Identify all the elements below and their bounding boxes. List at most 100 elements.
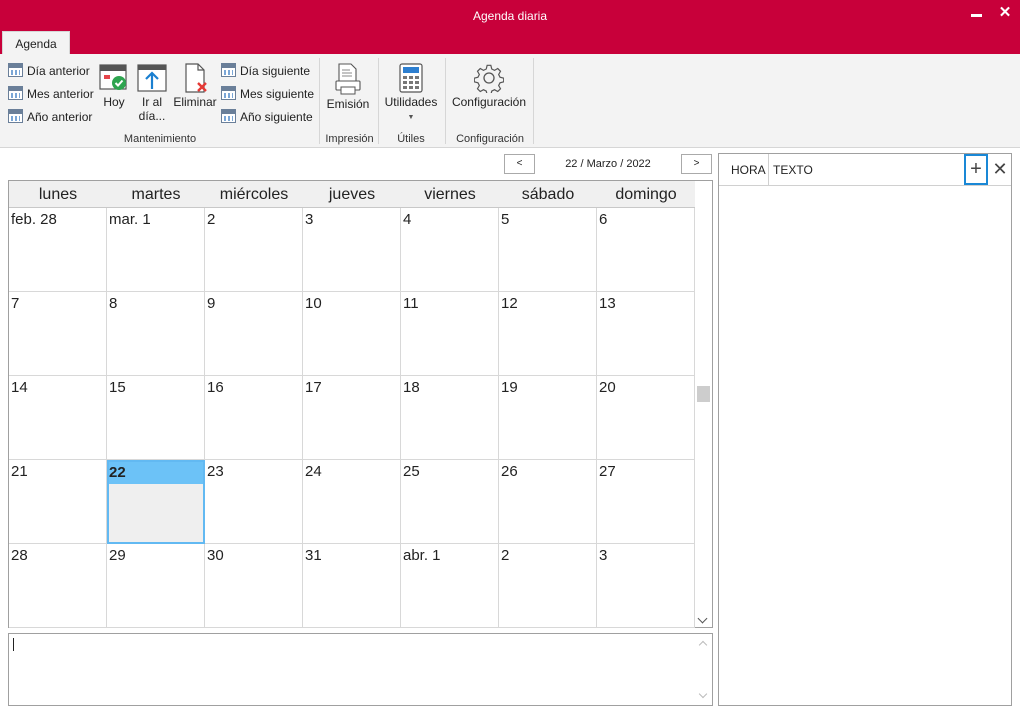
day-cell[interactable]: 23 (205, 460, 303, 544)
day-cell[interactable]: 19 (499, 376, 597, 460)
hoy-label: Hoy (103, 95, 125, 109)
column-texto[interactable]: TEXTO (773, 154, 813, 186)
day-cell[interactable]: 18 (401, 376, 499, 460)
day-cell[interactable]: 5 (499, 208, 597, 292)
ano-siguiente-button[interactable]: Año siguiente (221, 107, 313, 127)
day-header: jueves (328, 186, 376, 203)
calendar-header: lunes martes miércoles jueves viernes sá… (9, 181, 695, 208)
eliminar-label: Eliminar (173, 95, 217, 109)
appointments-header: HORA TEXTO + ✕ (719, 154, 1011, 186)
day-cell[interactable]: 14 (9, 376, 107, 460)
notes-textarea[interactable] (8, 633, 713, 706)
ir-al-dia-button[interactable]: Ir al día... (135, 63, 169, 123)
scrollbar-thumb[interactable] (697, 386, 710, 402)
day-cell[interactable]: 16 (205, 376, 303, 460)
day-cell[interactable]: 3 (597, 544, 695, 628)
day-header: viernes (424, 186, 476, 203)
mes-anterior-button[interactable]: Mes anterior (8, 84, 94, 104)
selected-day-number: 22 (109, 462, 203, 484)
day-header: domingo (615, 186, 677, 203)
day-cell[interactable]: 27 (597, 460, 695, 544)
calendar-prev-day-icon (8, 63, 24, 79)
ribbon-separator (319, 58, 320, 144)
calendar-next-year-icon (221, 109, 237, 125)
dropdown-arrow-icon: ▼ (407, 114, 415, 121)
dia-siguiente-button[interactable]: Día siguiente (221, 61, 310, 81)
current-date: 22 / Marzo / 2022 (565, 158, 651, 170)
appointments-panel: HORA TEXTO + ✕ (718, 153, 1012, 706)
prev-month-button[interactable]: < (504, 154, 535, 174)
dia-anterior-button[interactable]: Día anterior (8, 61, 90, 81)
day-cell[interactable]: feb. 28 (9, 208, 107, 292)
chevron-down-icon[interactable] (698, 689, 708, 699)
day-header: martes (131, 186, 181, 203)
close-window-button[interactable]: ✕ (993, 4, 1017, 24)
group-label-mantenimiento: Mantenimiento (123, 133, 197, 145)
day-cell-selected[interactable]: 22 (107, 460, 205, 544)
day-cell[interactable]: 9 (205, 292, 303, 376)
calendar-check-icon (99, 63, 129, 93)
day-cell[interactable]: 17 (303, 376, 401, 460)
day-cell[interactable]: 25 (401, 460, 499, 544)
day-header: miércoles (219, 186, 289, 203)
mes-siguiente-label: Mes siguiente (240, 87, 315, 101)
day-cell[interactable]: mar. 1 (107, 208, 205, 292)
delete-appointment-button[interactable]: ✕ (989, 154, 1011, 185)
calendar-next-day-icon (221, 63, 237, 79)
day-cell[interactable]: 7 (9, 292, 107, 376)
next-month-button[interactable]: > (681, 154, 712, 174)
utilidades-dropdown[interactable]: Utilidades ▼ (383, 63, 439, 125)
day-cell[interactable]: 30 (205, 544, 303, 628)
dia-siguiente-label: Día siguiente (240, 64, 311, 78)
emision-label: Emisión (326, 97, 370, 111)
add-appointment-button[interactable]: + (964, 154, 988, 185)
calendar-goto-icon (137, 63, 167, 93)
dia-label: día... (138, 109, 166, 123)
day-cell[interactable]: 29 (107, 544, 205, 628)
day-cell[interactable]: 10 (303, 292, 401, 376)
day-cell[interactable]: 15 (107, 376, 205, 460)
dia-anterior-label: Día anterior (27, 64, 90, 78)
day-cell[interactable]: 2 (205, 208, 303, 292)
ir-al-label: Ir al (141, 95, 162, 109)
day-cell[interactable]: 12 (499, 292, 597, 376)
title-bar: Agenda diaria ✕ (0, 0, 1020, 31)
eliminar-button[interactable]: Eliminar (173, 63, 217, 109)
ribbon-separator (378, 58, 379, 144)
day-cell[interactable]: 11 (401, 292, 499, 376)
day-cell[interactable]: 31 (303, 544, 401, 628)
group-label-utiles: Útiles (397, 133, 425, 145)
day-cell[interactable]: 4 (401, 208, 499, 292)
day-cell[interactable]: 2 (499, 544, 597, 628)
day-cell[interactable]: 8 (107, 292, 205, 376)
tab-strip: Agenda (0, 31, 1020, 54)
utilidades-label: Utilidades (384, 95, 438, 109)
day-cell[interactable]: 21 (9, 460, 107, 544)
ano-siguiente-label: Año siguiente (240, 110, 313, 124)
minimize-button[interactable] (965, 4, 989, 24)
calendar-prev-month-icon (8, 86, 24, 102)
chevron-down-icon[interactable] (697, 613, 708, 624)
day-cell[interactable]: 3 (303, 208, 401, 292)
emision-button[interactable]: Emisión (325, 63, 371, 111)
delete-document-icon (180, 63, 210, 93)
day-cell[interactable]: 28 (9, 544, 107, 628)
configuracion-button[interactable]: Configuración (451, 63, 527, 109)
column-hora[interactable]: HORA (719, 154, 769, 186)
chevron-up-icon[interactable] (698, 640, 708, 650)
hoy-button[interactable]: Hoy (97, 63, 131, 109)
day-cell[interactable]: 20 (597, 376, 695, 460)
text-cursor (13, 638, 14, 651)
calendar-next-month-icon (221, 86, 237, 102)
day-cell[interactable]: 6 (597, 208, 695, 292)
notes-scrollbar[interactable] (695, 634, 712, 705)
day-cell[interactable]: abr. 1 (401, 544, 499, 628)
mes-siguiente-button[interactable]: Mes siguiente (221, 84, 314, 104)
day-cell[interactable]: 26 (499, 460, 597, 544)
ribbon: Día anterior Mes anterior Año anterior H… (0, 54, 1020, 148)
calendar-scrollbar[interactable] (695, 208, 712, 627)
day-cell[interactable]: 24 (303, 460, 401, 544)
ano-anterior-button[interactable]: Año anterior (8, 107, 92, 127)
day-cell[interactable]: 13 (597, 292, 695, 376)
tab-agenda[interactable]: Agenda (2, 31, 70, 54)
